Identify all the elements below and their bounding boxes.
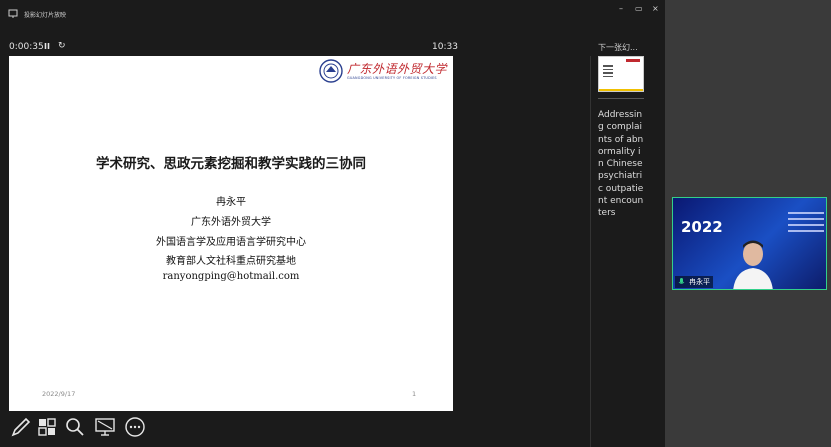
pen-icon[interactable] bbox=[10, 416, 32, 438]
restore-button[interactable]: ▭ bbox=[635, 4, 643, 13]
logo-chinese-name: 广东外语外贸大学 bbox=[347, 62, 448, 76]
thumbnail-footer-bar bbox=[599, 89, 643, 91]
author-name: 冉永平 bbox=[216, 197, 246, 208]
microphone-icon bbox=[678, 278, 685, 284]
screen-display-settings-icon[interactable] bbox=[94, 416, 116, 438]
speaker-name: 冉永平 bbox=[689, 278, 710, 286]
speaker-person bbox=[733, 240, 773, 289]
thumbnail-logo bbox=[626, 59, 640, 62]
presenter-window: 投影幻灯片放映 – ▭ × 0:00:35 II ↻ 10:33 广东外语外贸大… bbox=[0, 0, 665, 447]
affiliation-university: 广东外语外贸大学 bbox=[191, 217, 271, 228]
video-banner-info bbox=[788, 212, 824, 236]
slide-title: 学术研究、思政元素挖掘和教学实践的三协同 bbox=[96, 156, 366, 172]
restart-timer-button[interactable]: ↻ bbox=[58, 41, 66, 51]
affiliation-base: 教育部人文社科重点研究基地 bbox=[166, 256, 296, 267]
university-logo: 广东外语外贸大学 GUANGDONG UNIVERSITY OF FOREIGN… bbox=[319, 59, 449, 83]
window-title: 投影幻灯片放映 bbox=[24, 12, 67, 19]
current-time: 10:33 bbox=[432, 42, 458, 52]
zoom-magnifier-icon[interactable] bbox=[64, 416, 86, 438]
minimize-button[interactable]: – bbox=[619, 4, 623, 13]
video-banner-year: 2022 bbox=[681, 218, 723, 236]
pause-timer-button[interactable]: II bbox=[44, 42, 50, 51]
elapsed-timer: 0:00:35 bbox=[9, 42, 44, 52]
university-seal-icon bbox=[319, 59, 343, 83]
speaker-name-tag: 冉永平 bbox=[675, 276, 713, 288]
panel-divider[interactable] bbox=[590, 56, 591, 447]
affiliation-center: 外国语言学及应用语言学研究中心 bbox=[156, 237, 306, 248]
slideshow-app-icon bbox=[8, 9, 18, 18]
title-bar: 投影幻灯片放映 – ▭ × bbox=[0, 0, 665, 28]
next-slide-label: 下一张幻... bbox=[598, 43, 638, 52]
speaker-notes[interactable]: Addressing complaints of abnormality in … bbox=[598, 109, 646, 220]
speaker-video-tile[interactable]: 2022 冉永平 bbox=[672, 197, 827, 290]
notes-separator bbox=[598, 98, 644, 99]
current-slide[interactable]: 广东外语外贸大学 GUANGDONG UNIVERSITY OF FOREIGN… bbox=[9, 56, 453, 411]
slide-date: 2022/9/17 bbox=[42, 390, 76, 398]
close-button[interactable]: × bbox=[652, 4, 659, 13]
logo-english-name: GUANGDONG UNIVERSITY OF FOREIGN STUDIES bbox=[347, 76, 437, 80]
slide-page-number: 1 bbox=[412, 390, 417, 398]
thumbnail-bullets bbox=[603, 65, 613, 79]
author-email: ranyongping@hotmail.com bbox=[162, 271, 300, 282]
more-options-icon[interactable] bbox=[124, 416, 146, 438]
see-all-slides-icon[interactable] bbox=[36, 416, 58, 438]
next-slide-thumbnail[interactable] bbox=[598, 56, 644, 92]
